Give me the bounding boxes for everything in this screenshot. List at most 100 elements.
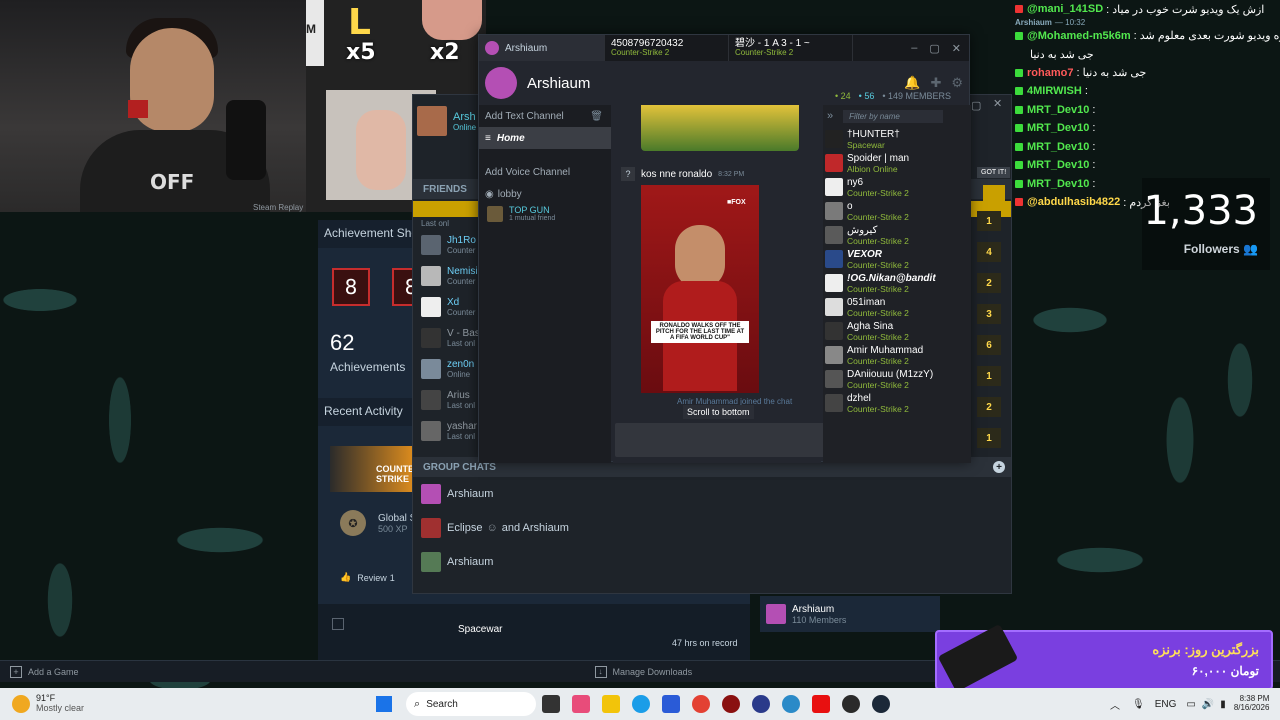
review-label: Review xyxy=(357,572,387,583)
tab-arshiaum[interactable]: Arshiaum xyxy=(479,35,605,61)
add-game-button[interactable]: Add a Game xyxy=(28,667,79,677)
lobby-channel[interactable]: ◉ lobby xyxy=(479,183,611,205)
member-item[interactable]: DAniiouuu (M1zzY) Counter-Strike 2 xyxy=(823,367,971,391)
valorant-icon[interactable] xyxy=(812,695,831,713)
message-input[interactable] xyxy=(615,423,843,457)
member-item[interactable]: ny6 Counter-Strike 2 xyxy=(823,175,971,199)
maximize-button[interactable]: ▢ xyxy=(929,42,939,55)
friend-avatar xyxy=(421,389,441,410)
start-icon[interactable] xyxy=(376,696,393,712)
profile-status: Online xyxy=(453,122,477,132)
collapse-icon[interactable]: » xyxy=(827,110,833,122)
chrome-icon[interactable] xyxy=(692,695,711,713)
member-item[interactable]: !OG.Nikan@bandit Counter-Strike 2 xyxy=(823,271,971,295)
close-button[interactable]: ✕ xyxy=(952,42,961,55)
network-icon[interactable]: ▭ xyxy=(1186,699,1195,710)
global-badge: ✪ Global S 500 XP xyxy=(340,510,416,536)
spacewar-title[interactable]: Spacewar xyxy=(458,624,502,635)
mic-icon[interactable]: 🎙 xyxy=(1132,699,1145,710)
overlay-letter: L xyxy=(348,2,371,43)
weather-icon[interactable] xyxy=(12,695,30,713)
obs-icon[interactable] xyxy=(842,695,861,713)
volume-icon[interactable]: 🔊 xyxy=(1202,699,1214,710)
unread-count: 4 xyxy=(977,242,1001,262)
achievement-card[interactable]: 8 xyxy=(332,268,370,306)
manage-downloads-button[interactable]: Manage Downloads xyxy=(613,667,693,677)
scroll-to-bottom-button[interactable]: Scroll to bottom xyxy=(683,405,754,419)
overlay-x5: x5 xyxy=(346,40,376,65)
voice-user-avatar xyxy=(487,205,503,222)
add-icon: + xyxy=(10,665,22,678)
chat-line: جی شد به دنیا xyxy=(1030,48,1094,61)
unread-count: 2 xyxy=(977,273,1001,293)
member-item[interactable]: Amir Muhammad Counter-Strike 2 xyxy=(823,343,971,367)
filter-input[interactable]: Filter by name xyxy=(843,109,944,123)
edge-icon[interactable] xyxy=(632,695,651,713)
search-box[interactable]: ⌕ Search xyxy=(406,692,537,716)
member-item[interactable]: o Counter-Strike 2 xyxy=(823,199,971,223)
tab-avatar xyxy=(485,41,499,55)
copilot-icon[interactable] xyxy=(572,695,591,713)
previous-image[interactable] xyxy=(641,105,799,151)
tab-user-2[interactable]: 碧沙 - 1 A 3 - 1 ~ Counter-Strike 2 xyxy=(729,35,853,61)
group-avatar xyxy=(421,484,441,504)
microphone xyxy=(226,100,266,180)
review-item[interactable]: 👍 Review 1 xyxy=(340,572,395,583)
group-chat-window: Arshiaum 4508796720432 Counter-Strike 2 … xyxy=(478,34,971,463)
app-icon-blue[interactable] xyxy=(752,695,771,713)
group-avatar xyxy=(766,604,786,624)
minimize-button[interactable]: – xyxy=(911,42,917,54)
maximize-button[interactable]: ▢ xyxy=(971,99,981,112)
chat-line: Arshiaum — 10:32 xyxy=(1015,18,1086,27)
profile-avatar[interactable] xyxy=(417,106,447,136)
member-item[interactable]: †HUNTER† Spacewar xyxy=(823,127,971,151)
member-item[interactable]: 051iman Counter-Strike 2 xyxy=(823,295,971,319)
add-group-icon[interactable]: + xyxy=(993,461,1005,473)
file-explorer-icon[interactable] xyxy=(602,695,621,713)
global-label: Global S xyxy=(378,512,417,524)
group-chat-item[interactable]: Eclipse ☺ and Arshiaum xyxy=(413,511,1011,545)
lang-indicator[interactable]: ENG xyxy=(1155,699,1177,710)
member-item[interactable]: Agha Sina Counter-Strike 2 xyxy=(823,319,971,343)
tray-chevron-icon[interactable]: ︿ xyxy=(1110,697,1120,712)
group-chat-item[interactable]: Arshiaum xyxy=(413,477,1011,511)
member-item[interactable]: Spoider | man Albion Online xyxy=(823,151,971,175)
ronaldo-image[interactable]: RONALDO WALKS OFF THE PITCH FOR THE LAST… xyxy=(641,185,759,393)
home-channel[interactable]: ≡ Home xyxy=(479,127,611,149)
profile-name[interactable]: Arsh xyxy=(453,111,476,123)
member-item[interactable]: کیروش Counter-Strike 2 xyxy=(823,223,971,247)
add-voice-channel-button[interactable]: Add Voice Channel xyxy=(479,161,611,183)
chat-line: MRT_Dev10: xyxy=(1015,138,1280,157)
steam-icon[interactable] xyxy=(872,695,891,713)
unread-count: 6 xyxy=(977,335,1001,355)
group-card[interactable]: Arshiaum 110 Members xyxy=(760,596,940,632)
bell-icon[interactable]: 🔔 xyxy=(904,75,920,91)
got-it-button[interactable]: GOT IT! xyxy=(977,167,1011,178)
weather-widget[interactable]: 91°F Mostly clear xyxy=(36,693,84,714)
game-banner[interactable]: COUNTER STRIKE xyxy=(330,446,421,492)
friend-avatar xyxy=(421,296,441,317)
battery-icon[interactable]: ▮ xyxy=(1220,699,1226,710)
tab-user-1[interactable]: 4508796720432 Counter-Strike 2 xyxy=(605,35,729,61)
task-view-icon[interactable] xyxy=(542,695,561,713)
voice-user[interactable]: TOP GUN 1 mutual friend xyxy=(479,205,611,222)
invite-icon[interactable]: ✚ xyxy=(930,75,941,91)
unread-count: 2 xyxy=(977,397,1001,417)
speaker-icon: ◉ xyxy=(485,188,494,200)
unread-count: 1 xyxy=(977,366,1001,386)
member-item[interactable]: dzhel Counter-Strike 2 xyxy=(823,391,971,415)
close-button[interactable]: ✕ xyxy=(993,97,1002,110)
store-icon[interactable] xyxy=(662,695,681,713)
member-list: » Filter by name †HUNTER† Spacewar Spoide… xyxy=(823,105,971,463)
add-text-channel-button[interactable]: Add Text Channel 🗑 xyxy=(479,105,611,127)
app-icon-red[interactable] xyxy=(722,695,741,713)
friend-avatar xyxy=(421,358,441,379)
group-chat-item[interactable]: Arshiaum xyxy=(413,545,1011,579)
member-item[interactable]: VEXOR Counter-Strike 2 xyxy=(823,247,971,271)
telegram-icon[interactable] xyxy=(782,695,801,713)
windows-taskbar: 91°F Mostly clear ⌕ Search ︿ 🎙 ENG ▭ 🔊 ▮… xyxy=(0,688,1280,720)
gear-icon[interactable]: ⚙ xyxy=(951,75,963,91)
followers-label: Followers 👥 xyxy=(1183,242,1258,256)
hours-on-record: 47 hrs on record xyxy=(672,638,738,648)
clock[interactable]: 8:38 PM 8/16/2026 xyxy=(1234,694,1270,713)
